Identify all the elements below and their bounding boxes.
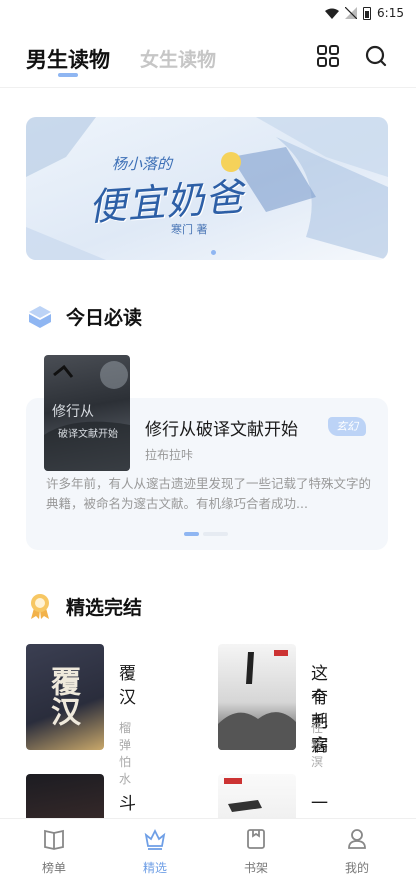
cover-title-line: 修行从: [52, 404, 94, 420]
status-time: 6:15: [377, 6, 404, 20]
banner-page-dot: [211, 250, 216, 255]
book-stack-icon: [29, 306, 51, 328]
nav-label: 书架: [243, 861, 268, 875]
battery-icon: [363, 6, 372, 20]
nav-label: 榜单: [41, 861, 66, 875]
banner-title: 便宜奶爸: [86, 174, 246, 230]
nav-item-featured[interactable]: 精选: [115, 819, 195, 879]
bookshelf-icon: [247, 829, 265, 849]
banner-author: 寒门 著: [171, 223, 208, 236]
crown-icon: [144, 828, 166, 850]
completed-section-header: 精选完结: [26, 592, 142, 620]
book-author: 拉布拉咔: [145, 448, 194, 462]
cover-title: 覆汉: [45, 666, 80, 726]
book-cover[interactable]: 覆汉: [26, 644, 104, 750]
pager-dot-active: [184, 532, 199, 536]
wifi-icon: [325, 8, 340, 19]
book-open-icon: [44, 829, 64, 850]
app-screen: 6:15 男生读物 女生读物 杨小落的 便宜奶爸 寒门 著 今日必读 修行从 破…: [0, 0, 416, 879]
status-bar: 6:15: [0, 0, 416, 30]
top-header: 男生读物 女生读物: [0, 30, 416, 88]
book-author: 任秋溟: [311, 721, 324, 769]
nav-label: 精选: [142, 861, 167, 875]
book-description: 许多年前，有人从邃古遗迹里发现了一些记载了特殊文字的典籍，被命名为邃古文献。有机…: [46, 476, 372, 511]
book-cover[interactable]: 修行从 破译文献开始: [44, 355, 130, 471]
search-icon[interactable]: [364, 44, 388, 68]
nav-item-bookshelf[interactable]: 书架: [216, 819, 296, 879]
featured-banner[interactable]: 杨小落的 便宜奶爸 寒门 著: [26, 117, 388, 260]
tab-female-reading[interactable]: 女生读物: [140, 45, 216, 72]
bottom-nav: 榜单 精选 书架 我的: [0, 818, 416, 879]
tab-male-reading[interactable]: 男生读物: [26, 44, 110, 74]
cover-title-line: 破译文献开始: [58, 429, 118, 440]
today-section-header: 今日必读: [26, 302, 142, 330]
card-pager: [184, 532, 228, 536]
active-tab-indicator: [58, 73, 78, 77]
nav-item-ranking[interactable]: 榜单: [14, 819, 94, 879]
user-icon: [348, 829, 366, 849]
medal-icon: [31, 594, 49, 619]
book-title[interactable]: 覆汉: [119, 662, 136, 710]
genre-tag: 玄幻: [328, 417, 366, 436]
pager-dot: [203, 532, 228, 536]
book-title[interactable]: 修行从破译文献开始: [145, 415, 298, 440]
grid-icon[interactable]: [316, 44, 340, 68]
section-title: 今日必读: [66, 306, 143, 329]
nav-label: 我的: [344, 861, 369, 875]
book-author: 榴弹怕水: [119, 721, 132, 786]
nav-item-mine[interactable]: 我的: [317, 819, 397, 879]
signal-icon: [345, 7, 358, 19]
section-title: 精选完结: [66, 596, 143, 619]
book-cover[interactable]: [218, 644, 296, 750]
cover-art: [218, 650, 296, 750]
